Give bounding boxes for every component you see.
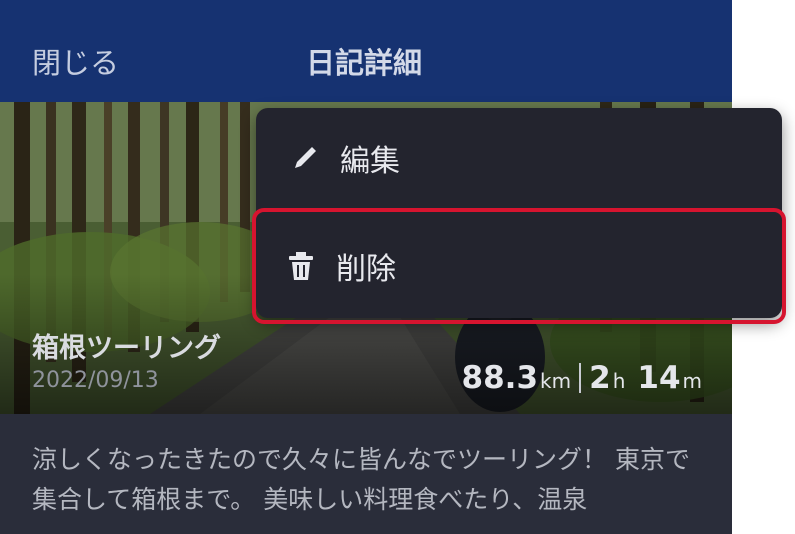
minutes-value: 14 [637,360,681,396]
page-title: 日記詳細 [306,46,423,80]
trip-name: 箱根ツーリング [32,333,221,364]
context-menu: 編集 削除 [252,108,786,324]
selection-highlight [252,208,786,324]
hours-value: 2 [589,360,611,396]
close-button[interactable]: 閉じる [32,40,119,82]
menu-item-label: 削除 [336,252,396,287]
trash-icon [284,249,318,283]
minutes-unit: m [682,369,702,393]
menu-item-label: 編集 [340,144,400,179]
distance-unit: km [540,369,572,393]
distance-value: 88.3 [461,360,539,396]
trip-date: 2022/09/13 [32,368,159,393]
hours-unit: h [612,369,626,393]
stats-divider [579,363,582,393]
pencil-icon [288,141,322,175]
menu-item-delete[interactable]: 削除 [252,208,786,324]
menu-item-edit[interactable]: 編集 [256,108,782,208]
header-bar: 閉じる 日記詳細 [0,0,732,102]
diary-description: 涼しくなったきたので久々に皆んなでツーリング！ 東京で集合して箱根まで。 美味し… [32,445,690,514]
trip-stats: 88.3 km 2 h 14 m [462,360,702,396]
